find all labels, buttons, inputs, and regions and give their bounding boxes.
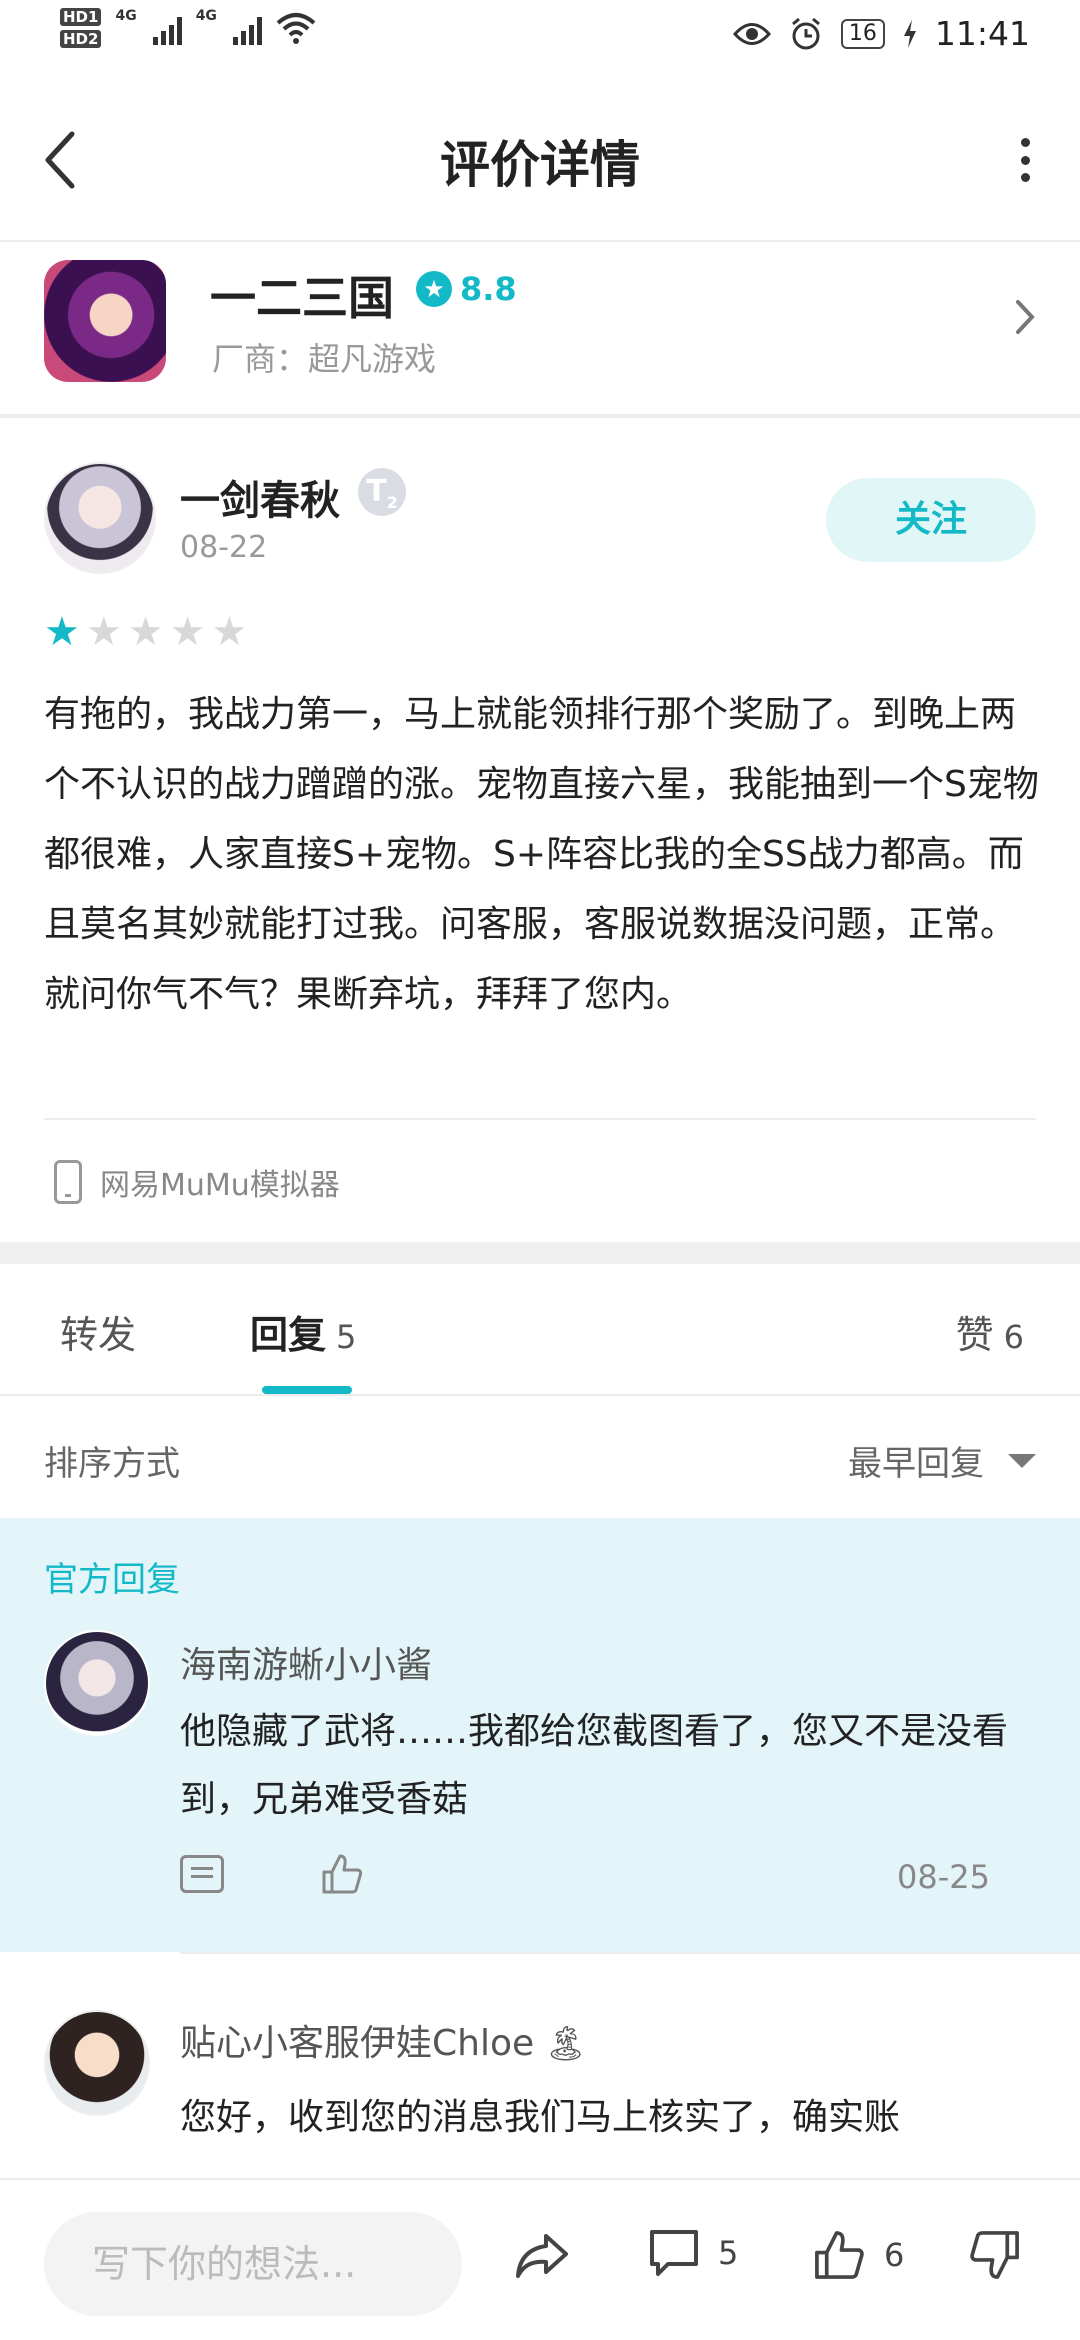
star-empty-icon: ★ <box>85 609 122 655</box>
reply-text: 您好，收到您的消息我们马上核实了，确实账 <box>180 2097 901 2138</box>
divider <box>180 1952 1080 1954</box>
bottom-action-bar: 写下你的想法... 5 6 <box>0 2178 1080 2340</box>
star-filled-icon: ★ <box>44 609 80 655</box>
tab-reply-count: 5 <box>336 1318 357 1356</box>
like-count: 6 <box>884 2236 905 2274</box>
game-rating: ★ 8.8 <box>416 270 517 308</box>
game-app-icon <box>44 260 166 382</box>
sort-bar: 排序方式 最早回复 <box>0 1396 1080 1518</box>
star-empty-icon: ★ <box>169 609 206 655</box>
review-date: 08-22 <box>180 530 268 565</box>
follow-button[interactable]: 关注 <box>826 478 1036 562</box>
star-badge-icon: ★ <box>416 271 452 307</box>
game-name: 一二三国 <box>210 271 394 325</box>
comment-input[interactable]: 写下你的想法... <box>44 2212 462 2316</box>
signal-icon-2 <box>232 11 262 45</box>
tab-like[interactable]: 赞6 <box>956 1304 1024 1359</box>
sort-label: 排序方式 <box>44 1444 180 1484</box>
sort-value: 最早回复 <box>848 1444 984 1484</box>
reply-date: 08-25 <box>897 1858 990 1896</box>
signal-icon <box>152 11 182 45</box>
reply-actions <box>180 1852 364 1896</box>
clock: 11:41 <box>934 14 1030 53</box>
phone-icon <box>54 1160 82 1204</box>
comment-icon[interactable] <box>180 1855 224 1893</box>
comment-button[interactable]: 5 <box>648 2228 738 2278</box>
reply2-author: 贴心小客服伊娃Chloe <box>180 2023 535 2064</box>
more-dot-icon <box>1020 155 1030 165</box>
game-card[interactable]: 一二三国 ★ 8.8 厂商：超凡游戏 <box>0 242 1080 414</box>
divider <box>0 414 1080 418</box>
game-vendor: 厂商：超凡游戏 <box>212 334 436 380</box>
app-header: 评价详情 <box>0 80 1080 240</box>
status-right: 16 11:41 <box>732 14 1030 53</box>
share-button[interactable] <box>512 2228 572 2284</box>
comment-icon <box>650 2230 698 2276</box>
divider <box>44 1118 1036 1120</box>
thumbs-up-icon <box>815 2231 864 2279</box>
section-separator <box>0 1242 1080 1264</box>
tab-reply[interactable]: 回复 5 <box>250 1304 356 1359</box>
island-emoji-icon: 🏝 <box>544 2024 588 2064</box>
wifi-icon <box>276 13 316 44</box>
review-body: 有拖的，我战力第一，马上就能领排行那个奖励了。到晚上两个不认识的战力蹭蹭的涨。宠… <box>44 694 1039 1015</box>
level-badge-icon: T2 <box>358 468 406 516</box>
dislike-button[interactable] <box>968 2228 1022 2282</box>
active-tab-indicator <box>262 1386 352 1394</box>
chevron-right-icon <box>1016 300 1035 334</box>
hd1-badge: HD1 <box>60 8 102 26</box>
device-name: 网易MuMu模拟器 <box>100 1168 340 1203</box>
vendor-name: 超凡游戏 <box>308 340 437 378</box>
more-options-button[interactable] <box>1010 130 1040 190</box>
alarm-icon <box>791 17 820 49</box>
official-reply-label: 官方回复 <box>44 1560 180 1600</box>
like-button[interactable]: 6 <box>812 2228 904 2282</box>
share-icon <box>516 2234 568 2278</box>
level-number: 2 <box>386 493 398 512</box>
sort-dropdown[interactable]: 最早回复 <box>848 1436 1036 1485</box>
star-empty-icon: ★ <box>127 609 164 655</box>
sim1-network-label: 4G <box>115 8 137 24</box>
status-left: HD1 HD2 4G 4G <box>60 8 316 48</box>
star-empty-icon: ★ <box>211 609 248 655</box>
comment-count: 5 <box>718 2234 739 2272</box>
reply-text: 他隐藏了武将……我都给您截图看了，您又不是没看到，兄弟难受香菇 <box>180 1711 1009 1820</box>
dropdown-triangle-icon <box>1008 1453 1036 1468</box>
reply-author-name[interactable]: 海南游蜥小小酱 <box>180 1636 432 1688</box>
page-title: 评价详情 <box>440 136 640 194</box>
sim2-network-label: 4G <box>195 8 217 24</box>
reply-avatar[interactable] <box>44 1630 150 1736</box>
hd-indicators: HD1 HD2 <box>60 8 102 48</box>
official-reply-block: 官方回复 海南游蜥小小酱 他隐藏了武将……我都给您截图看了，您又不是没看到，兄弟… <box>0 1518 1080 1952</box>
reply-author-name[interactable]: 贴心小客服伊娃Chloe 🏝 <box>180 2014 587 2066</box>
tab-reply-label: 回复 <box>250 1313 327 1357</box>
status-bar: HD1 HD2 4G 4G 16 11:41 <box>0 0 1080 80</box>
vendor-label: 厂商： <box>212 340 309 378</box>
hd2-badge: HD2 <box>60 30 102 48</box>
rating-value: 8.8 <box>460 270 517 308</box>
reply-tabs: 转发 回复 5 赞6 <box>0 1264 1080 1394</box>
device-info: 网易MuMu模拟器 <box>54 1160 340 1204</box>
author-name[interactable]: 一剑春秋 <box>180 468 340 526</box>
tab-like-label: 赞 <box>955 1313 994 1357</box>
star-rating: ★ ★ ★ ★ ★ <box>44 612 247 652</box>
thumbs-down-icon <box>970 2231 1019 2279</box>
reply-avatar[interactable] <box>44 2010 150 2116</box>
thumbs-up-icon[interactable] <box>320 1852 364 1896</box>
more-dot-icon <box>1020 173 1030 182</box>
tab-like-count: 6 <box>1003 1318 1024 1356</box>
author-avatar[interactable] <box>44 462 156 574</box>
more-dot-icon <box>1020 138 1030 147</box>
battery-level: 16 <box>840 18 885 49</box>
eye-icon <box>732 22 771 45</box>
charging-icon <box>903 19 916 48</box>
level-letter: T <box>366 474 387 509</box>
tab-forward[interactable]: 转发 <box>60 1304 136 1359</box>
